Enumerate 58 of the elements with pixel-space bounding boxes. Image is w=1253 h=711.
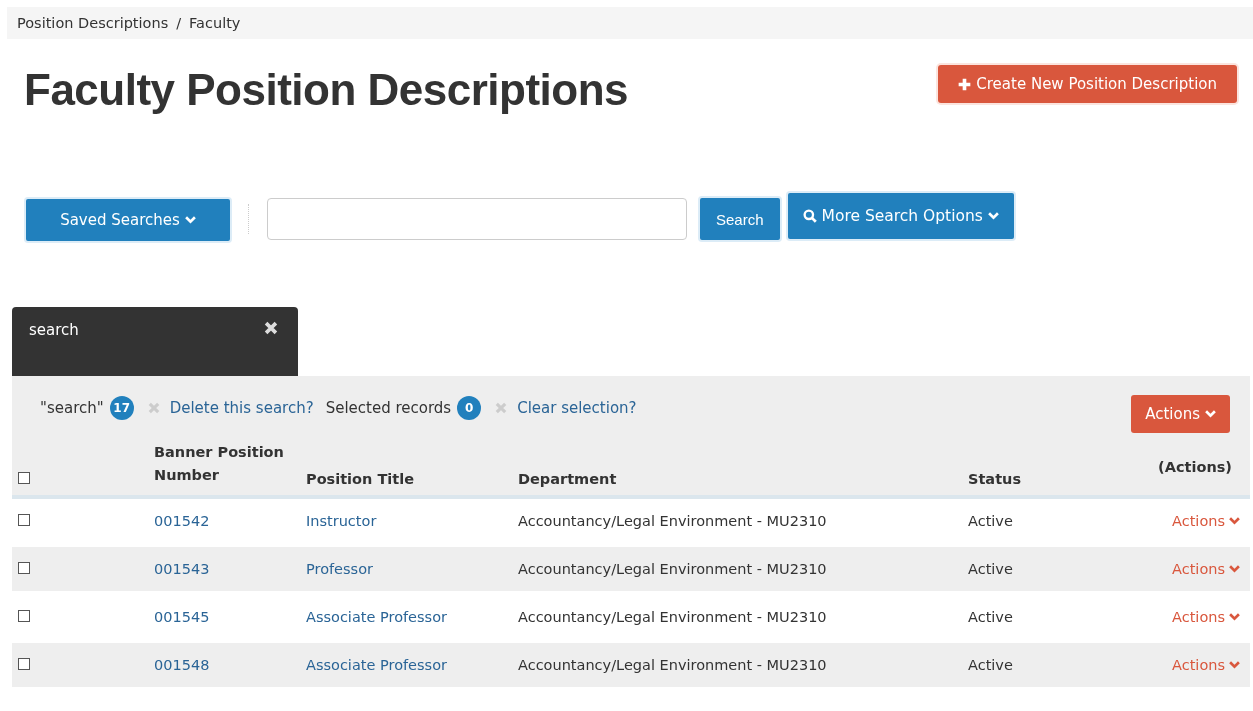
- status-cell: Active: [968, 609, 1013, 625]
- status-cell: Active: [968, 561, 1013, 577]
- delete-search-link[interactable]: Delete this search?: [169, 399, 314, 417]
- checkbox[interactable]: [18, 514, 30, 526]
- status-cell: Active: [968, 657, 1013, 673]
- checkbox[interactable]: [18, 610, 30, 622]
- department-cell: Accountancy/Legal Environment - MU2310: [518, 513, 827, 529]
- department-cell: Accountancy/Legal Environment - MU2310: [518, 657, 827, 673]
- tab-label: search: [29, 321, 79, 339]
- row-actions-link[interactable]: Actions: [1172, 513, 1240, 529]
- clear-selection-link[interactable]: Clear selection?: [517, 399, 637, 417]
- saved-searches-button[interactable]: Saved Searches: [26, 199, 230, 241]
- column-header: Status: [968, 471, 1022, 487]
- plus-icon: [958, 77, 972, 91]
- column-header: Department: [518, 471, 617, 487]
- department-cell: Accountancy/Legal Environment - MU2310: [518, 609, 827, 625]
- search-field[interactable]: [267, 198, 687, 240]
- chevron-down-icon: [987, 212, 999, 220]
- chevron-down-icon: [1229, 613, 1240, 621]
- position-number-link[interactable]: 001542: [154, 513, 210, 529]
- row-actions-link[interactable]: Actions: [1172, 609, 1240, 625]
- breadcrumb-separator: /: [176, 15, 182, 31]
- chevron-down-icon: [1205, 410, 1216, 418]
- chevron-down-icon: [1229, 517, 1240, 525]
- status-cell: Active: [968, 513, 1013, 529]
- search-query: "search": [40, 399, 104, 417]
- column-header: Position Title: [306, 471, 415, 487]
- search-icon: [802, 209, 817, 223]
- checkbox[interactable]: [18, 658, 30, 670]
- row-actions-link[interactable]: Actions: [1172, 657, 1240, 673]
- checkbox[interactable]: [18, 472, 30, 484]
- create-button[interactable]: Create New Position Description: [938, 65, 1237, 103]
- position-title-link[interactable]: Professor: [306, 561, 373, 577]
- selected-records-label: Selected records: [325, 399, 452, 417]
- more-search-options-button[interactable]: More Search Options: [787, 193, 1014, 239]
- position-number-link[interactable]: 001543: [154, 561, 210, 577]
- actions-button[interactable]: Actions: [1131, 395, 1230, 433]
- close-icon[interactable]: [264, 321, 278, 335]
- column-header: Banner Position Number: [154, 443, 285, 485]
- result-count-badge: 17: [109, 396, 134, 420]
- breadcrumb-item[interactable]: Faculty: [189, 15, 241, 31]
- chevron-down-icon: [184, 216, 196, 224]
- position-title-link[interactable]: Instructor: [306, 513, 377, 529]
- department-cell: Accountancy/Legal Environment - MU2310: [518, 561, 827, 577]
- search-button[interactable]: Search: [700, 198, 780, 240]
- breadcrumb-item[interactable]: Position Descriptions: [17, 15, 169, 31]
- column-header: (Actions): [1158, 459, 1232, 475]
- position-title-link[interactable]: Associate Professor: [306, 657, 447, 673]
- chevron-down-icon: [1229, 565, 1240, 573]
- position-title-link[interactable]: Associate Professor: [306, 609, 447, 625]
- chevron-down-icon: [1229, 661, 1240, 669]
- row-actions-link[interactable]: Actions: [1172, 561, 1240, 577]
- search-tab[interactable]: search: [12, 307, 298, 376]
- position-number-link[interactable]: 001548: [154, 657, 210, 673]
- page-title: Faculty Position Descriptions: [24, 65, 629, 115]
- checkbox[interactable]: [18, 562, 30, 574]
- selected-count-badge: 0: [457, 396, 482, 420]
- position-number-link[interactable]: 001545: [154, 609, 210, 625]
